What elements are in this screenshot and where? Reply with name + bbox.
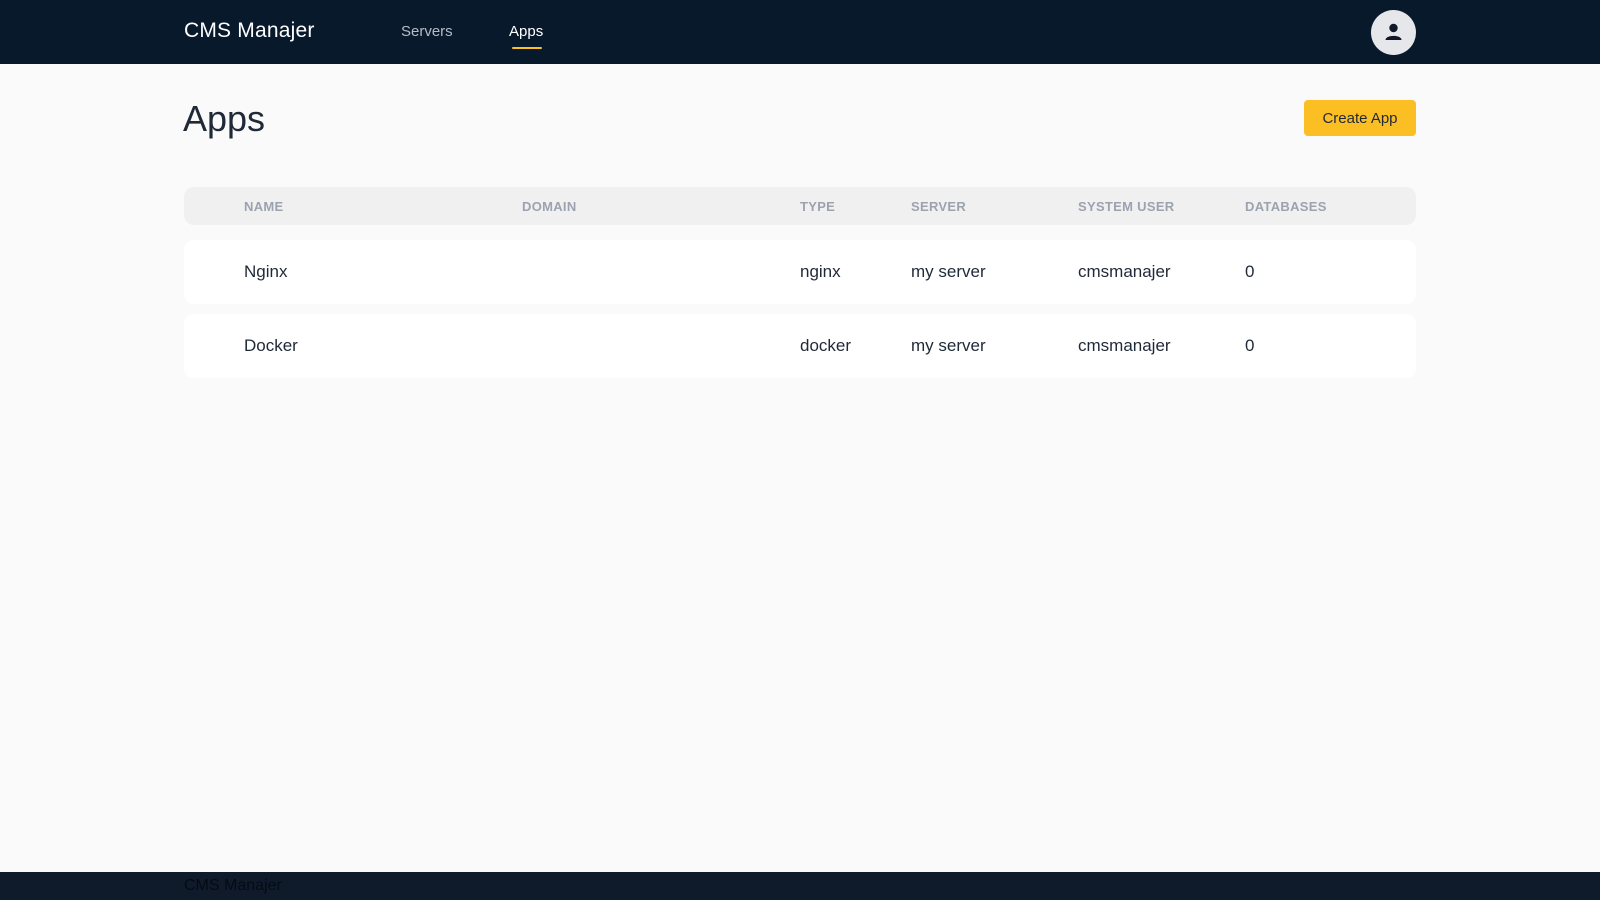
cell-server: my server: [911, 336, 986, 355]
table-header: NAME DOMAIN TYPE SERVER SYSTEM USER DATA…: [184, 187, 1416, 225]
footer: CMS Manajer: [0, 872, 1600, 900]
active-nav-indicator: [512, 47, 542, 49]
brand-logo[interactable]: CMS Manajer: [184, 19, 315, 43]
cell-name: Docker: [244, 336, 298, 355]
user-avatar-button[interactable]: [1371, 10, 1416, 55]
table-row[interactable]: Docker docker my server cmsmanajer 0: [184, 314, 1416, 378]
create-app-button[interactable]: Create App: [1304, 100, 1416, 136]
column-header-name: NAME: [244, 199, 284, 214]
column-header-type: TYPE: [800, 199, 836, 214]
table-row[interactable]: Nginx nginx my server cmsmanajer 0: [184, 240, 1416, 304]
column-header-server: SERVER: [911, 199, 967, 214]
column-header-system-user: SYSTEM USER: [1078, 199, 1175, 214]
footer-brand: CMS Manajer: [184, 877, 282, 894]
nav-apps[interactable]: Apps: [509, 23, 543, 40]
column-header-databases: DATABASES: [1245, 199, 1327, 214]
cell-type: docker: [800, 336, 852, 355]
top-navbar: CMS Manajer Servers Apps: [0, 0, 1600, 64]
nav-servers[interactable]: Servers: [401, 23, 453, 40]
cell-databases: 0: [1245, 262, 1255, 281]
column-header-domain: DOMAIN: [522, 199, 577, 214]
cell-system-user: cmsmanajer: [1078, 336, 1171, 355]
cell-name: Nginx: [244, 262, 288, 281]
cell-server: my server: [911, 262, 986, 281]
cell-databases: 0: [1245, 336, 1255, 355]
cell-type: nginx: [800, 262, 841, 281]
page-title: Apps: [183, 98, 266, 139]
cell-system-user: cmsmanajer: [1078, 262, 1171, 281]
